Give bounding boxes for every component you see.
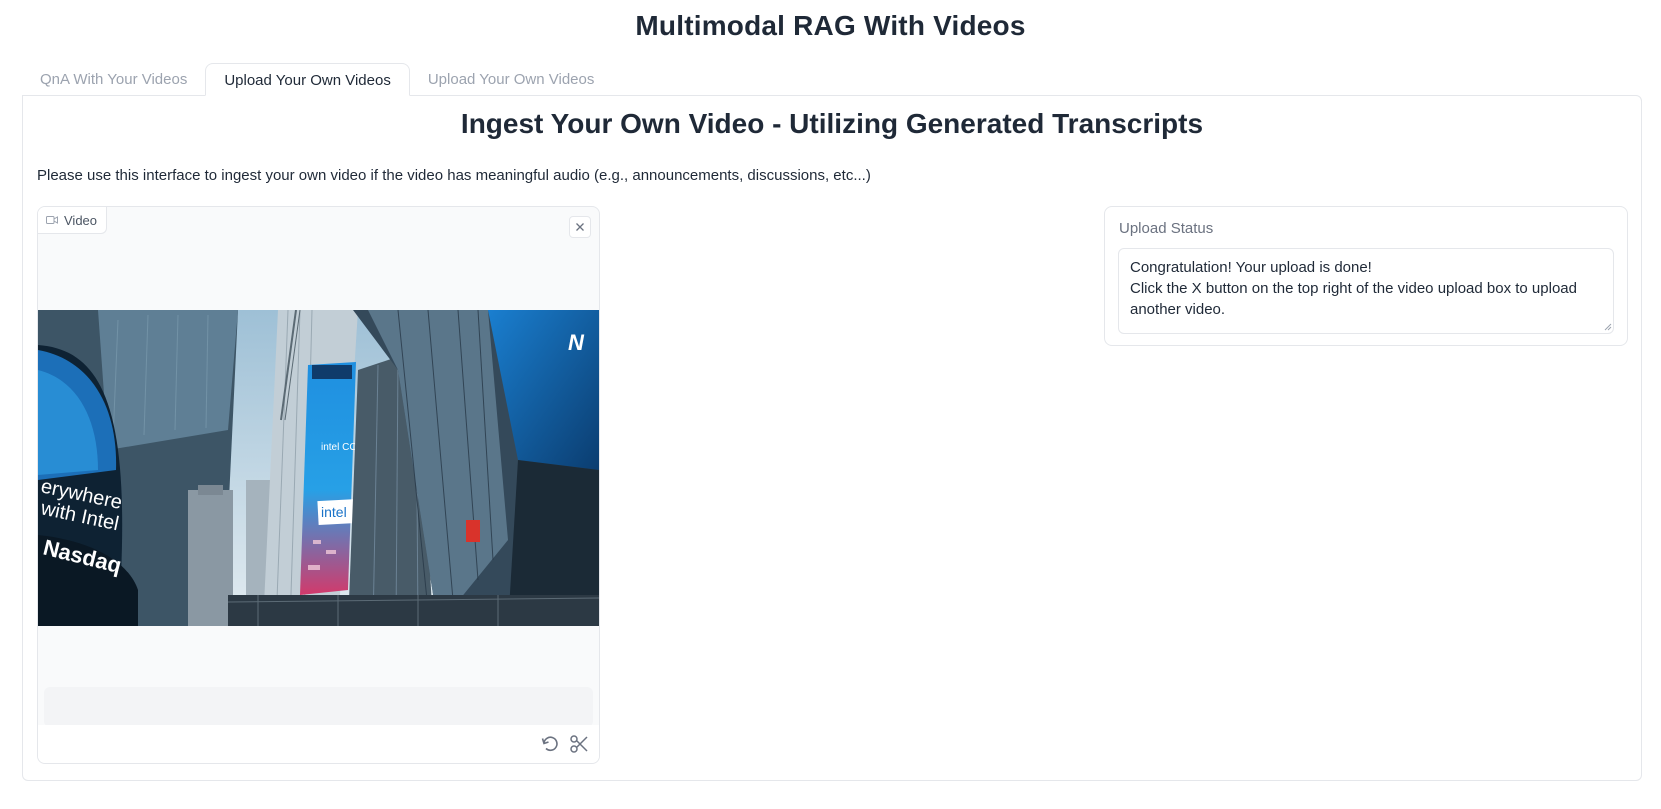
undo-icon	[541, 736, 558, 752]
app-title: Multimodal RAG With Videos	[635, 10, 1026, 41]
tab-upload-your-own-videos-2[interactable]: Upload Your Own Videos	[410, 63, 613, 96]
tab-panel: Ingest Your Own Video - Utilizing Genera…	[22, 95, 1642, 781]
close-icon	[576, 223, 584, 231]
logo-right-text: N	[568, 330, 585, 355]
video-camera-icon	[46, 216, 58, 224]
video-label: Video	[64, 212, 98, 228]
video-player[interactable]: erywhere with Intel Nasdaq intel CORE in…	[38, 310, 599, 626]
tab-qna-with-your-videos[interactable]: QnA With Your Videos	[22, 63, 205, 96]
tab-upload-your-own-videos[interactable]: Upload Your Own Videos	[205, 63, 410, 96]
tab-bar: QnA With Your Videos Upload Your Own Vid…	[22, 63, 612, 96]
upload-status-box: Upload Status Congratulation! Your uploa…	[1104, 206, 1628, 346]
upload-status-textarea[interactable]: Congratulation! Your upload is done! Cli…	[1118, 248, 1614, 334]
video-frame-image: erywhere with Intel Nasdaq intel CORE in…	[38, 310, 599, 626]
video-upload-box[interactable]: Video erywhere with Intel Nasdaq intel C…	[37, 206, 600, 764]
panel-heading: Ingest Your Own Video - Utilizing Genera…	[460, 108, 1204, 139]
scissors-icon	[570, 735, 588, 753]
clear-video-button[interactable]	[569, 216, 591, 238]
billboard-center-text: intel	[321, 504, 347, 520]
video-toolbar	[38, 725, 599, 763]
panel-description: Please use this interface to ingest your…	[37, 167, 871, 184]
upload-status-label: Upload Status	[1119, 220, 1214, 237]
resize-grip-icon[interactable]	[1602, 321, 1612, 331]
video-label-badge: Video	[38, 207, 108, 234]
trim-button[interactable]	[568, 733, 590, 755]
video-controls[interactable]	[44, 687, 593, 727]
undo-button[interactable]	[539, 733, 561, 755]
